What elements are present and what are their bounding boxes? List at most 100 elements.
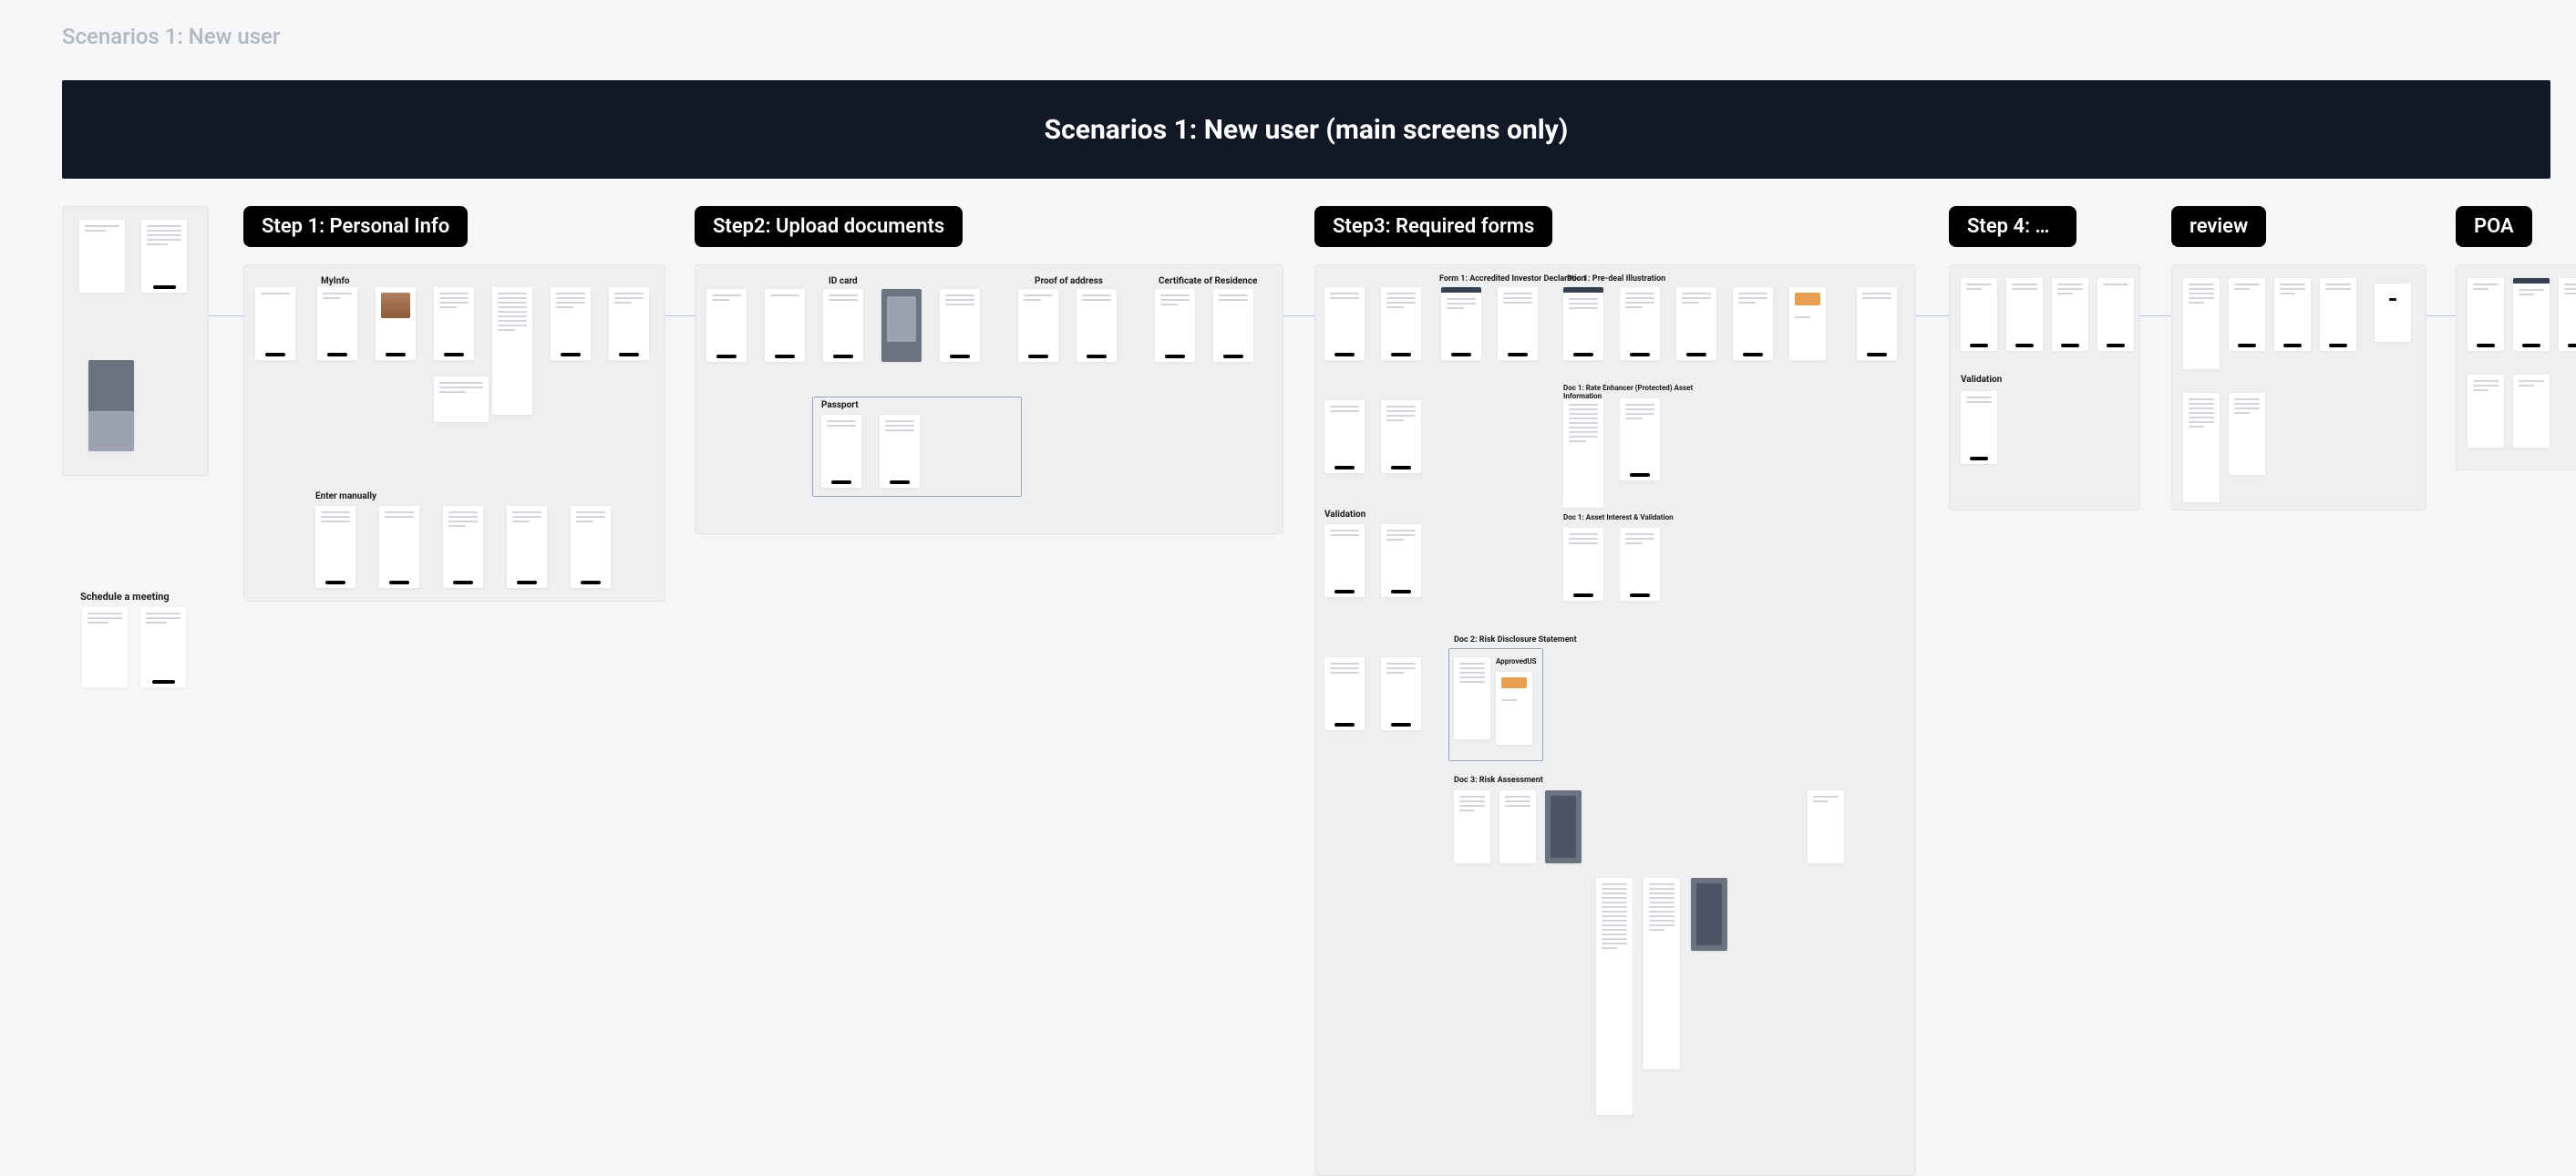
sublabel-validation-s3: Validation <box>1324 510 1365 520</box>
screen-s1-m3[interactable] <box>443 506 483 588</box>
connector-5 <box>2140 315 2171 316</box>
screen-s1-2[interactable] <box>376 287 416 360</box>
s4-3[interactable] <box>2052 278 2088 351</box>
s3-b0[interactable] <box>1324 400 1365 473</box>
section-label-review[interactable]: review <box>2171 206 2266 247</box>
group-step1[interactable]: MyInfo Enter manually <box>243 264 665 602</box>
screen-s1-4[interactable] <box>492 287 532 415</box>
s3-doc2-2[interactable] <box>1496 672 1532 745</box>
screen-s2-poa-1[interactable] <box>1018 289 1058 362</box>
s4-1[interactable] <box>1961 278 1997 351</box>
s3-long-1[interactable] <box>1596 878 1633 1115</box>
s3-a5[interactable] <box>1620 287 1660 360</box>
sublabel-doc2: Doc 2: Risk Disclosure Statement <box>1454 635 1577 645</box>
screen-s2-3-cam[interactable] <box>881 289 922 362</box>
s3-b2[interactable] <box>1563 398 1603 508</box>
poa-3[interactable] <box>2559 278 2576 351</box>
s3-d1[interactable] <box>1381 657 1421 730</box>
section-label-step1[interactable]: Step 1: Personal Info <box>243 206 468 247</box>
screen-s1-sheet[interactable] <box>434 377 489 422</box>
s3-a4[interactable] <box>1563 287 1603 360</box>
screen-register-1[interactable] <box>79 220 125 293</box>
s3-c1[interactable] <box>1563 528 1603 601</box>
rv-7[interactable] <box>2229 393 2265 475</box>
s3-a2[interactable] <box>1441 287 1481 360</box>
s4-2[interactable] <box>2006 278 2043 351</box>
screen-s1-0[interactable] <box>255 287 295 360</box>
group-review[interactable] <box>2171 264 2427 511</box>
screen-s1-3[interactable] <box>434 287 474 360</box>
poa-2[interactable] <box>2513 278 2550 351</box>
rv-5[interactable] <box>2375 284 2411 342</box>
s3-v1[interactable] <box>1324 524 1365 597</box>
s4-v1[interactable] <box>1961 391 1997 464</box>
rv-1[interactable] <box>2183 278 2220 369</box>
sublabel-schedule: Schedule a meeting <box>80 591 170 603</box>
screen-s1-m1[interactable] <box>315 506 355 588</box>
screen-s2-4[interactable] <box>940 289 980 362</box>
s3-doc3-3[interactable] <box>1545 790 1582 863</box>
screen-register-overlay[interactable] <box>88 360 134 451</box>
screen-s1-m4[interactable] <box>507 506 547 588</box>
s3-a1[interactable] <box>1381 287 1421 360</box>
screen-s2-cor-2[interactable] <box>1213 289 1253 362</box>
screen-s1-m5[interactable] <box>571 506 611 588</box>
s3-a7[interactable] <box>1733 287 1773 360</box>
s3-long-2[interactable] <box>1643 878 1680 1069</box>
screen-schedule-1[interactable] <box>82 607 128 687</box>
s3-c2[interactable] <box>1620 528 1660 601</box>
s3-a3[interactable] <box>1498 287 1538 360</box>
screen-s2-poa-2[interactable] <box>1077 289 1117 362</box>
group-step4[interactable]: Validation <box>1949 264 2140 511</box>
s3-a9[interactable] <box>1857 287 1897 360</box>
s3-b1[interactable] <box>1381 400 1421 473</box>
screen-s2-pp-2[interactable] <box>880 415 920 488</box>
s3-doc2-1[interactable] <box>1454 657 1490 739</box>
screen-s1-6[interactable] <box>609 287 649 360</box>
section-label-poa[interactable]: POA <box>2456 206 2532 247</box>
section-label-step3[interactable]: Step3: Required forms <box>1314 206 1552 247</box>
breadcrumb: Scenarios 1: New user <box>62 24 280 49</box>
group-step2[interactable]: ID card Proof of address Certificate of … <box>695 264 1283 534</box>
sublabel-cor: Certificate of Residence <box>1159 276 1257 286</box>
s3-a6[interactable] <box>1676 287 1716 360</box>
screen-register-2[interactable] <box>141 220 187 293</box>
s3-v2[interactable] <box>1381 524 1421 597</box>
s3-b3[interactable] <box>1620 398 1660 480</box>
screen-s2-2[interactable] <box>823 289 863 362</box>
section-label-step2[interactable]: Step2: Upload documents <box>695 206 963 247</box>
screen-schedule-2[interactable] <box>140 607 186 687</box>
screen-s2-pp-1[interactable] <box>821 415 861 488</box>
s3-long-3[interactable] <box>1691 878 1727 951</box>
section-label-step4[interactable]: Step 4: Add ... <box>1949 206 2076 247</box>
screen-s1-1[interactable] <box>317 287 357 360</box>
s4-4[interactable] <box>2097 278 2134 351</box>
screen-s1-m2[interactable] <box>379 506 419 588</box>
group-poa[interactable] <box>2456 264 2576 470</box>
group-step3[interactable]: Form 1: Accredited Investor Declaration … <box>1314 264 1916 1176</box>
rv-3[interactable] <box>2274 278 2311 351</box>
s3-d0[interactable] <box>1324 657 1365 730</box>
title-banner: Scenarios 1: New user (main screens only… <box>62 80 2550 179</box>
s3-a0[interactable] <box>1324 287 1365 360</box>
sublabel-approved: ApprovedUS <box>1496 657 1537 665</box>
poa-6[interactable] <box>2513 375 2550 448</box>
s3-a8[interactable] <box>1789 287 1826 360</box>
screen-s2-1[interactable] <box>765 289 805 362</box>
s3-doc3-1[interactable] <box>1454 790 1490 863</box>
rv-2[interactable] <box>2229 278 2265 351</box>
poa-5[interactable] <box>2468 375 2504 448</box>
connector-6 <box>2427 315 2456 316</box>
screen-s1-5[interactable] <box>551 287 591 360</box>
figma-canvas[interactable]: Register Schedule a meeting Step 1: Pers… <box>62 206 2550 1141</box>
rv-4[interactable] <box>2320 278 2356 351</box>
screen-s2-cor-1[interactable] <box>1155 289 1195 362</box>
s3-doc3-right[interactable] <box>1808 790 1844 863</box>
rv-6[interactable] <box>2183 393 2220 502</box>
sublabel-doc1: Doc 1: Pre-deal Illustration <box>1567 274 1665 284</box>
screen-s2-0[interactable] <box>706 289 747 362</box>
group-register[interactable] <box>62 206 209 476</box>
sublabel-id: ID card <box>829 276 858 286</box>
s3-doc3-2[interactable] <box>1499 790 1536 863</box>
poa-1[interactable] <box>2468 278 2504 351</box>
